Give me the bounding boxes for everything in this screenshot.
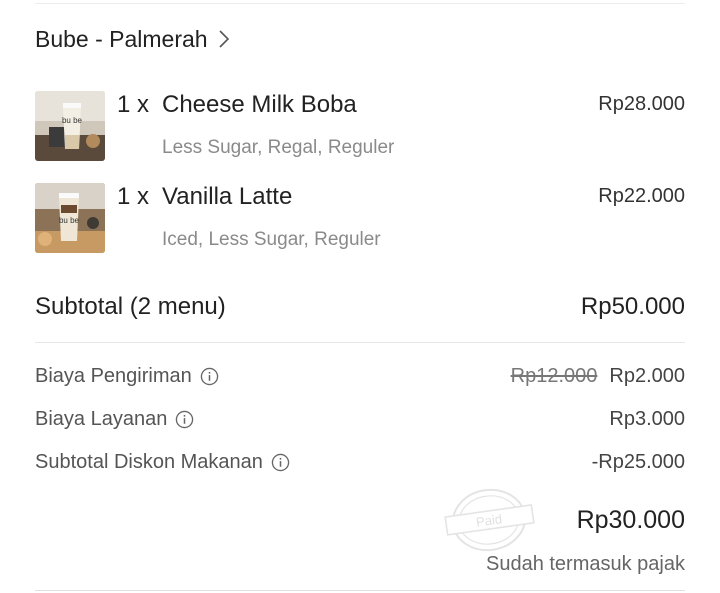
service-fee-text: Biaya Layanan: [35, 408, 168, 430]
item-thumbnail: bu be: [35, 91, 105, 161]
service-fee-row: Biaya Layanan Rp3.000: [35, 408, 685, 436]
item-price: Rp28.000: [598, 93, 685, 115]
item-price: Rp22.000: [598, 185, 685, 207]
item-thumbnail: bu be: [35, 183, 105, 253]
cup-logo-text: bu be: [59, 216, 80, 225]
discount-row: Subtotal Diskon Makanan -Rp25.000: [35, 451, 685, 479]
item-name: Cheese Milk Boba: [162, 91, 357, 118]
paid-stamp: Paid: [444, 488, 535, 552]
tax-note: Sudah termasuk pajak: [485, 553, 685, 575]
delivery-fee-text: Biaya Pengiriman: [35, 365, 192, 387]
delivery-fee-label: Biaya Pengiriman: [35, 365, 219, 388]
cup-logo-text: bu be: [62, 116, 83, 125]
item-options: Less Sugar, Regal, Reguler: [162, 137, 395, 158]
info-icon[interactable]: [200, 367, 219, 386]
delivery-fee-row: Biaya Pengiriman Rp12.000 Rp2.000: [35, 365, 685, 393]
order-item: bu be 1 x Cheese Milk Boba Less Sugar, R…: [35, 91, 685, 161]
info-icon[interactable]: [271, 453, 290, 472]
service-fee-label: Biaya Layanan: [35, 408, 194, 431]
delivery-fee-value: Rp12.000 Rp2.000: [511, 365, 685, 388]
divider: [35, 342, 685, 343]
total-amount: Rp30.000: [576, 506, 685, 534]
service-fee-value: Rp3.000: [609, 408, 685, 430]
info-icon[interactable]: [175, 410, 194, 429]
discount-label: Subtotal Diskon Makanan: [35, 451, 290, 474]
divider: [35, 590, 685, 591]
item-name: Vanilla Latte: [162, 183, 293, 210]
delivery-fee-discounted: Rp2.000: [609, 365, 685, 387]
store-name: Bube - Palmerah: [35, 25, 208, 52]
subtotal-row: Subtotal (2 menu) Rp50.000: [35, 293, 685, 323]
order-item: bu be 1 x Vanilla Latte Iced, Less Sugar…: [35, 183, 685, 253]
discount-value: -Rp25.000: [591, 451, 685, 473]
subtotal-label: Subtotal (2 menu): [35, 293, 226, 320]
item-quantity: 1 x: [117, 183, 150, 210]
delivery-fee-original: Rp12.000: [510, 365, 598, 387]
discount-text: Subtotal Diskon Makanan: [35, 451, 263, 473]
top-divider: [35, 3, 685, 4]
store-link[interactable]: Bube - Palmerah: [35, 22, 232, 56]
chevron-right-icon: [219, 30, 229, 48]
subtotal-value: Rp50.000: [580, 293, 685, 320]
item-options: Iced, Less Sugar, Reguler: [162, 229, 381, 250]
item-quantity: 1 x: [117, 91, 150, 118]
